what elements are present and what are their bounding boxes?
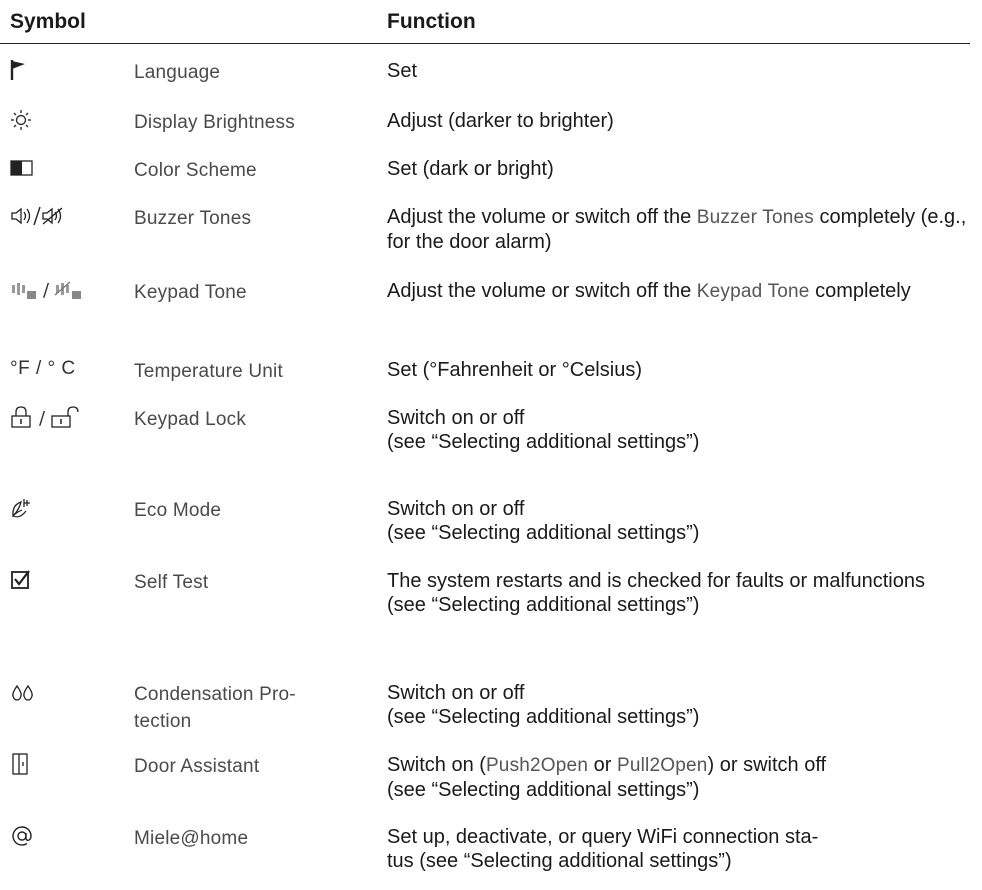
at-sign-icon bbox=[10, 823, 34, 849]
setting-name: Eco Mode bbox=[134, 500, 222, 521]
brightness-icon bbox=[10, 107, 32, 133]
keypad-tone-icon: / bbox=[10, 277, 112, 303]
temperature-unit-icon: °F / ° C bbox=[10, 356, 76, 382]
function-text: Switch on or off (see “Selecting addition… bbox=[387, 682, 700, 728]
buzzer-tones-icon bbox=[10, 203, 74, 229]
svg-text:/: / bbox=[43, 280, 50, 301]
table-header: Symbol Function bbox=[0, 0, 982, 46]
keypad-lock-icon: / bbox=[10, 404, 90, 430]
setting-name: Condensation Pro-tection bbox=[134, 684, 296, 732]
function-text: Adjust the volume or switch off the Keyp… bbox=[387, 280, 911, 302]
function-text: Set (°Fahrenheit or °Celsius) bbox=[387, 359, 642, 381]
setting-name: Miele@home bbox=[134, 828, 249, 849]
setting-name: Door Assistant bbox=[134, 756, 260, 777]
color-scheme-icon bbox=[10, 155, 34, 181]
svg-text:/: / bbox=[39, 408, 46, 429]
function-column-header: Function bbox=[387, 10, 476, 33]
setting-name: Temperature Unit bbox=[134, 361, 283, 382]
eco-leaf-icon bbox=[10, 495, 34, 521]
function-text: Switch on (Push2Open or Pull2Open) or sw… bbox=[387, 754, 827, 801]
function-text: Set (dark or bright) bbox=[387, 158, 554, 180]
function-text: Adjust the volume or switch off the Buzz… bbox=[387, 206, 967, 253]
settings-table: Symbol Function Language Set Display Bri… bbox=[0, 0, 982, 890]
function-text: Switch on or off (see “Selecting addition… bbox=[387, 498, 700, 544]
setting-name: Language bbox=[134, 62, 221, 83]
setting-name: Buzzer Tones bbox=[134, 208, 252, 229]
door-icon bbox=[10, 751, 32, 777]
flag-icon bbox=[10, 57, 28, 83]
function-text: Adjust (darker to brighter) bbox=[387, 110, 614, 132]
function-text: Set bbox=[387, 60, 418, 82]
checkbox-check-icon bbox=[10, 567, 32, 593]
setting-name: Keypad Lock bbox=[134, 409, 247, 430]
header-divider bbox=[0, 43, 970, 44]
water-drops-icon bbox=[10, 679, 36, 705]
setting-name: Self Test bbox=[134, 572, 209, 593]
setting-name: Keypad Tone bbox=[134, 282, 247, 303]
temperature-unit-symbol: °F / ° C bbox=[10, 358, 76, 379]
setting-name: Display Brightness bbox=[134, 112, 295, 133]
function-text: Set up, deactivate, or query WiFi connec… bbox=[387, 826, 819, 872]
function-text: The system restarts and is checked for f… bbox=[387, 570, 925, 616]
function-text: Switch on or off (see “Selecting addition… bbox=[387, 407, 700, 453]
setting-name: Color Scheme bbox=[134, 160, 257, 181]
symbol-column-header: Symbol bbox=[10, 10, 86, 33]
